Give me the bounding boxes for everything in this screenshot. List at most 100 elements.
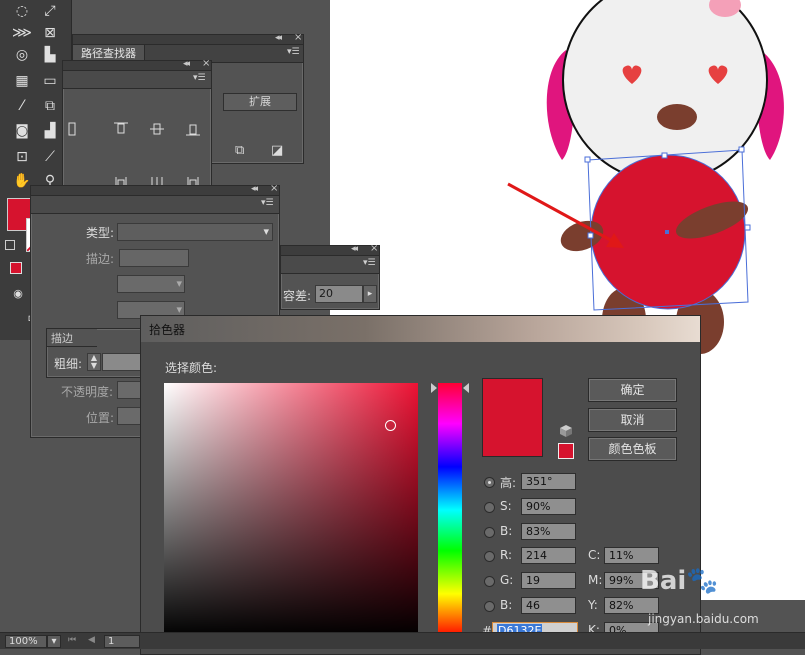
- panel-menu-icon[interactable]: ▾☰: [193, 73, 206, 83]
- ok-button[interactable]: 确定: [588, 378, 677, 402]
- saturation-label: S:: [500, 499, 512, 513]
- select-color-label: 选择颜色:: [165, 361, 218, 375]
- scale-tool-icon[interactable]: ⤢: [38, 0, 62, 22]
- stroke-sub-panel: 描边 粗细: ▲ ▼: [46, 328, 146, 378]
- first-page-icon[interactable]: ⏮: [68, 635, 76, 645]
- lasso-tool-icon[interactable]: ◌: [10, 0, 34, 22]
- close-icon[interactable]: ×: [202, 58, 210, 69]
- weight-label: 粗细:: [54, 357, 83, 371]
- out-of-web-gamut-cube-icon[interactable]: [559, 424, 573, 438]
- collapse-icon[interactable]: ◂◂: [183, 59, 190, 69]
- magenta-label: M:: [588, 573, 603, 587]
- type-dropdown[interactable]: ▾: [117, 223, 273, 241]
- watermark-logo: Bai🐾经验: [640, 560, 771, 597]
- cyan-label: C:: [588, 548, 601, 562]
- blend-tool-icon[interactable]: ⧉: [38, 95, 62, 117]
- collapse-icon[interactable]: ◂◂: [351, 244, 358, 254]
- prev-page-icon[interactable]: ◀: [88, 635, 95, 645]
- dialog-title: 拾色器: [149, 323, 186, 337]
- saturation-radio[interactable]: [484, 502, 495, 513]
- align-top-icon[interactable]: [113, 121, 131, 137]
- type-label: 类型:: [86, 226, 115, 240]
- hue-field[interactable]: 351°: [521, 473, 576, 490]
- web-safe-color-swatch[interactable]: [558, 443, 574, 459]
- chevron-down-icon: ▾: [176, 277, 182, 290]
- dialog-title-bar[interactable]: 拾色器: [141, 316, 700, 342]
- green-radio[interactable]: [484, 576, 495, 587]
- magic-wand-panel: ◂◂ × ▾☰ 容差: 20 ▸: [280, 243, 380, 310]
- tab-stroke[interactable]: 描边: [47, 329, 97, 347]
- hue-slider-left-arrow[interactable]: [431, 383, 437, 393]
- collapse-icon[interactable]: ◂◂: [251, 184, 258, 194]
- hue-radio[interactable]: [484, 477, 495, 488]
- paw-icon: 🐾: [686, 566, 719, 596]
- eyedropper-tool-icon[interactable]: ⁄: [10, 95, 34, 117]
- zoom-field[interactable]: 100%: [5, 635, 47, 648]
- align-bottom-icon[interactable]: [185, 121, 203, 137]
- expand-button[interactable]: 扩展: [223, 93, 297, 111]
- blue-label: B:: [500, 598, 513, 612]
- close-icon[interactable]: ×: [270, 183, 278, 194]
- watermark-url: jingyan.baidu.com: [648, 612, 759, 626]
- width-tool-icon[interactable]: ⋙: [10, 22, 34, 44]
- hue-label: 高:: [500, 476, 517, 490]
- position-label: 位置:: [86, 411, 115, 425]
- brightness-field[interactable]: 83%: [521, 523, 576, 540]
- close-icon[interactable]: ×: [294, 32, 302, 43]
- cancel-button[interactable]: 取消: [588, 408, 677, 432]
- graph-tool-icon[interactable]: ▙: [38, 44, 62, 66]
- brightness-label: B:: [500, 524, 513, 538]
- slice-tool-icon[interactable]: ⟋: [38, 146, 62, 168]
- tolerance-field[interactable]: 20: [315, 285, 363, 303]
- color-mode-icon[interactable]: [10, 262, 22, 274]
- free-transform-tool-icon[interactable]: ⊠: [38, 22, 62, 44]
- gradient-tool-icon[interactable]: ▭: [38, 70, 62, 92]
- saturation-field[interactable]: 90%: [521, 498, 576, 515]
- column-graph-tool-icon[interactable]: ▟: [38, 120, 62, 142]
- watermark-brand: Bai: [640, 566, 687, 596]
- trim-icon[interactable]: ◪: [271, 143, 289, 159]
- green-field[interactable]: 19: [521, 572, 576, 589]
- color-picker-dialog: 拾色器 选择颜色: 确定 取消 颜色色板 高: 351° S: 90% B: 8…: [140, 315, 701, 655]
- divide-icon[interactable]: ⧉: [235, 143, 253, 159]
- stroke-cap-buttons[interactable]: [119, 249, 189, 267]
- shape-builder-tool-icon[interactable]: ◎: [10, 44, 34, 66]
- collapse-icon[interactable]: ◂◂: [275, 33, 282, 43]
- mesh-tool-icon[interactable]: ▦: [10, 70, 34, 92]
- stroke-label: 描边:: [86, 252, 115, 266]
- red-field[interactable]: 214: [521, 547, 576, 564]
- close-icon[interactable]: ×: [370, 243, 378, 254]
- chevron-down-icon: ▾: [263, 225, 269, 238]
- zoom-dropdown-icon[interactable]: ▾: [47, 635, 61, 648]
- yellow-label: Y:: [588, 598, 598, 612]
- tolerance-arrow-icon[interactable]: ▸: [363, 285, 377, 303]
- panel-menu-icon[interactable]: ▾☰: [363, 258, 376, 268]
- hue-slider-right-arrow[interactable]: [463, 383, 469, 393]
- corner-field[interactable]: ▾: [117, 275, 185, 293]
- hue-slider[interactable]: [438, 383, 462, 637]
- align-panel: ◂◂ × ▾☰: [62, 58, 212, 200]
- red-radio[interactable]: [484, 551, 495, 562]
- opacity-label: 不透明度:: [61, 385, 114, 399]
- green-label: G:: [500, 573, 514, 587]
- brightness-radio[interactable]: [484, 527, 495, 538]
- color-swatches-button[interactable]: 颜色色板: [588, 437, 677, 461]
- blue-radio[interactable]: [484, 601, 495, 612]
- panel-menu-icon[interactable]: ▾☰: [287, 47, 300, 57]
- status-bar: 100% ▾ ⏮ ◀ 1: [0, 632, 805, 649]
- current-color-swatch: [482, 378, 543, 457]
- default-colors-icon[interactable]: [5, 240, 15, 250]
- tolerance-label: 容差:: [283, 289, 312, 303]
- weight-stepper[interactable]: ▲ ▼: [87, 353, 101, 371]
- weight-field[interactable]: [102, 353, 142, 371]
- artboard-tool-icon[interactable]: ⊡: [10, 146, 34, 168]
- page-field[interactable]: 1: [104, 635, 140, 648]
- align-vcenter-icon[interactable]: [149, 121, 167, 137]
- symbol-sprayer-tool-icon[interactable]: ◙: [10, 120, 34, 142]
- panel-menu-icon[interactable]: ▾☰: [261, 198, 274, 208]
- saturation-brightness-field[interactable]: [164, 383, 418, 637]
- blue-field[interactable]: 46: [521, 597, 576, 614]
- align-left-icon[interactable]: [67, 121, 85, 137]
- red-label: R:: [500, 548, 513, 562]
- color-cursor[interactable]: [385, 420, 396, 431]
